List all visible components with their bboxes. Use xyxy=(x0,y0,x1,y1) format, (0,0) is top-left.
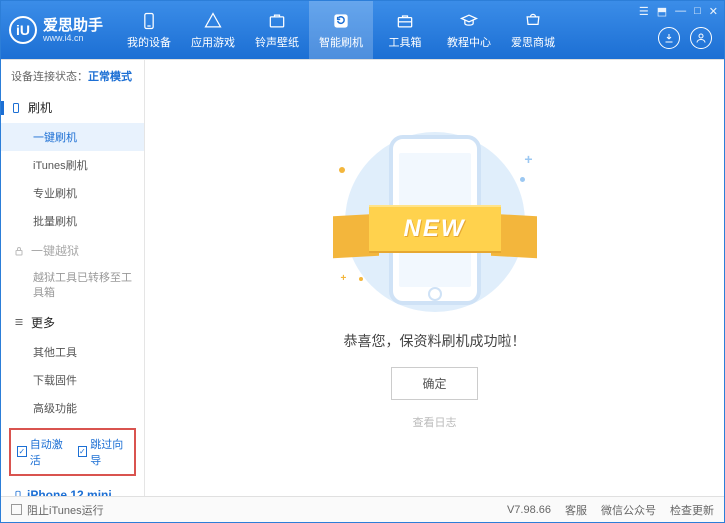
nav-download-firmware[interactable]: 下载固件 xyxy=(1,366,144,394)
check-update-link[interactable]: 检查更新 xyxy=(670,502,714,518)
main-tabs: 我的设备 应用游戏 铃声壁纸 智能刷机 工具箱 教程中心 爱思商城 xyxy=(117,1,716,59)
lock-icon xyxy=(13,245,25,257)
body: 设备连接状态：正常模式 刷机 一键刷机 iTunes刷机 专业刷机 批量刷机 一… xyxy=(1,59,724,496)
tab-tutorials[interactable]: 教程中心 xyxy=(437,1,501,59)
phone-icon xyxy=(139,11,159,31)
checkbox-auto-activate[interactable]: ✓自动激活 xyxy=(17,436,68,468)
download-icon[interactable] xyxy=(658,27,680,49)
jailbreak-note: 越狱工具已转移至工具箱 xyxy=(1,266,144,307)
phone-small-icon xyxy=(10,102,22,114)
tab-toolbox[interactable]: 工具箱 xyxy=(373,1,437,59)
nav-batch-flash[interactable]: 批量刷机 xyxy=(1,207,144,235)
success-illustration: NEW ++ xyxy=(335,127,535,317)
maximize-icon[interactable]: □ xyxy=(694,5,701,18)
ok-button[interactable]: 确定 xyxy=(391,367,477,400)
list-icon xyxy=(13,316,25,328)
tab-ringtone-wallpaper[interactable]: 铃声壁纸 xyxy=(245,1,309,59)
pin-icon[interactable]: ⬒ xyxy=(657,5,667,18)
section-flash[interactable]: 刷机 xyxy=(1,92,144,123)
briefcase-icon xyxy=(267,11,287,31)
logo-icon: iU xyxy=(9,16,37,44)
app-window: iU 爱思助手 www.i4.cn 我的设备 应用游戏 铃声壁纸 智能刷机 工具… xyxy=(0,0,725,523)
nav-itunes-flash[interactable]: iTunes刷机 xyxy=(1,151,144,179)
user-icon[interactable] xyxy=(690,27,712,49)
main-content: NEW ++ 恭喜您，保资料刷机成功啦！ 确定 查看日志 xyxy=(145,60,724,496)
tab-my-device[interactable]: 我的设备 xyxy=(117,1,181,59)
toolbox-icon xyxy=(395,11,415,31)
apps-icon xyxy=(203,11,223,31)
view-log-link[interactable]: 查看日志 xyxy=(413,414,457,430)
menu-icon[interactable]: ☰ xyxy=(639,5,649,18)
header-actions xyxy=(658,27,712,49)
tab-store[interactable]: 爱思商城 xyxy=(501,1,565,59)
checkbox-skip-guide[interactable]: ✓跳过向导 xyxy=(78,436,129,468)
nav-onekey-flash[interactable]: 一键刷机 xyxy=(1,123,144,151)
refresh-icon xyxy=(331,11,351,31)
new-ribbon: NEW xyxy=(369,205,501,253)
wechat-link[interactable]: 微信公众号 xyxy=(601,502,656,518)
success-message: 恭喜您，保资料刷机成功啦！ xyxy=(344,331,526,351)
options-box: ✓自动激活 ✓跳过向导 xyxy=(9,428,136,476)
section-more[interactable]: 更多 xyxy=(1,307,144,338)
connection-status: 设备连接状态：正常模式 xyxy=(1,60,144,92)
nav-advanced[interactable]: 高级功能 xyxy=(1,394,144,422)
logo: iU 爱思助手 www.i4.cn xyxy=(9,16,103,44)
minimize-icon[interactable]: — xyxy=(675,5,686,18)
section-jailbreak: 一键越狱 xyxy=(1,235,144,266)
footer: 阻止iTunes运行 V7.98.66 客服 微信公众号 检查更新 xyxy=(1,496,724,522)
support-link[interactable]: 客服 xyxy=(565,502,587,518)
window-controls: ☰ ⬒ — □ ✕ xyxy=(639,5,718,18)
app-url: www.i4.cn xyxy=(43,33,103,43)
close-icon[interactable]: ✕ xyxy=(709,5,718,18)
version-label: V7.98.66 xyxy=(507,504,551,516)
tab-smart-flash[interactable]: 智能刷机 xyxy=(309,1,373,59)
header: iU 爱思助手 www.i4.cn 我的设备 应用游戏 铃声壁纸 智能刷机 工具… xyxy=(1,1,724,59)
nav-other-tools[interactable]: 其他工具 xyxy=(1,338,144,366)
nav-pro-flash[interactable]: 专业刷机 xyxy=(1,179,144,207)
grad-cap-icon xyxy=(459,11,479,31)
app-name: 爱思助手 xyxy=(43,18,103,33)
checkbox-block-itunes[interactable]: 阻止iTunes运行 xyxy=(11,502,104,518)
sidebar: 设备连接状态：正常模式 刷机 一键刷机 iTunes刷机 专业刷机 批量刷机 一… xyxy=(1,60,145,496)
tab-apps-games[interactable]: 应用游戏 xyxy=(181,1,245,59)
cart-icon xyxy=(523,11,543,31)
